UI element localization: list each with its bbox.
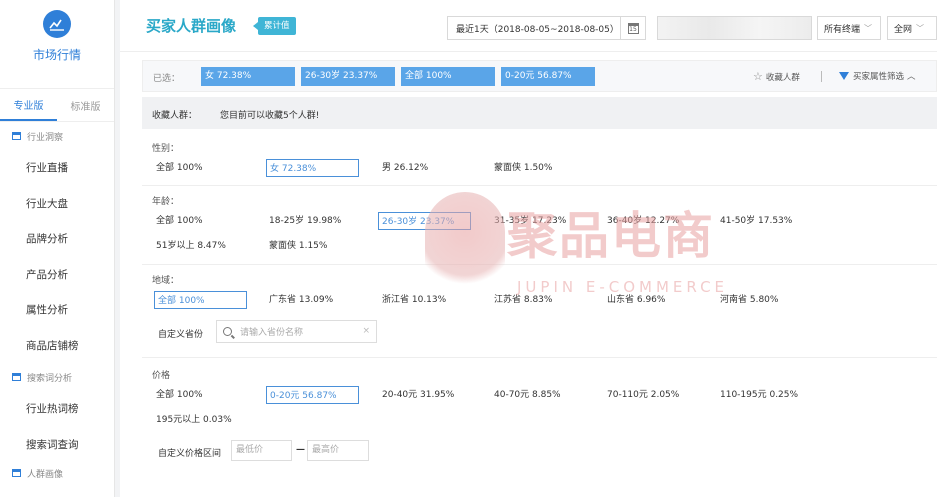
region-option-all[interactable]: 全部 100% — [154, 291, 247, 309]
price-option-20-40[interactable]: 20-40元 31.95% — [382, 386, 454, 404]
selected-filters-bar: 已选： 女 72.38% 26-30岁 23.37% 全部 100% 0-20元… — [142, 60, 937, 92]
chevron-up-icon: ︿ — [907, 72, 916, 82]
custom-price-label: 自定义价格区间 — [158, 449, 222, 459]
region-option-jiangsu[interactable]: 江苏省 8.83% — [494, 291, 552, 309]
age-option-31-35[interactable]: 31-35岁 17.23% — [494, 212, 566, 230]
favorite-crowds-bar: 收藏人群： 您目前可以收藏5个人群! — [142, 97, 937, 129]
chevron-down-icon: ﹀ — [916, 23, 925, 33]
nav-item-attribute-analysis[interactable]: 属性分析 — [0, 292, 114, 328]
gender-option-all[interactable]: 全部 100% — [156, 159, 203, 177]
max-price-input[interactable]: 最高价 — [307, 440, 369, 461]
region-option-henan[interactable]: 河南省 5.80% — [720, 291, 778, 309]
gender-title: 性别： — [152, 144, 180, 154]
region-option-shandong[interactable]: 山东省 6.96% — [607, 291, 665, 309]
gender-option-female[interactable]: 女 72.38% — [266, 159, 359, 177]
price-title: 价格 — [152, 371, 171, 381]
chevron-down-icon: ﹀ — [864, 23, 873, 33]
nav-item-industry-live[interactable]: 行业直播 — [0, 150, 114, 186]
nav-item-brand-analysis[interactable]: 品牌分析 — [0, 221, 114, 257]
selected-label: 已选： — [153, 74, 181, 84]
price-range-separator: — — [296, 445, 305, 455]
clear-icon[interactable]: × — [362, 326, 370, 336]
age-title: 年龄： — [152, 197, 180, 207]
date-range-picker[interactable]: 最近1天（2018-08-05~2018-08-05） — [447, 16, 621, 40]
age-section: 年龄： 全部 100% 18-25岁 19.98% 26-30岁 23.37% … — [142, 187, 937, 265]
folder-icon — [12, 373, 21, 381]
favorite-crowds-hint: 您目前可以收藏5个人群! — [220, 111, 320, 121]
funnel-icon — [839, 72, 849, 80]
tab-pro-edition[interactable]: 专业版 — [0, 89, 57, 121]
category-select-blurred[interactable] — [657, 16, 812, 40]
min-price-input[interactable]: 最低价 — [231, 440, 292, 461]
nav-group-persona[interactable]: 人群画像 — [0, 462, 114, 484]
divider — [821, 71, 822, 82]
nav-item-term-query[interactable]: 搜索词查询 — [0, 427, 114, 463]
age-option-all[interactable]: 全部 100% — [156, 212, 203, 230]
province-search-placeholder: 请输入省份名称 — [240, 328, 304, 338]
cumulative-badge: 累计值 — [253, 17, 296, 35]
nav-group-label: 人群画像 — [27, 469, 64, 480]
province-search-input[interactable]: 请输入省份名称 × — [216, 320, 377, 343]
terminal-select-value: 所有终端 — [824, 24, 861, 35]
gender-option-unknown[interactable]: 蒙面侠 1.50% — [494, 159, 552, 177]
network-select-value: 全网 — [894, 24, 913, 35]
page-title: 买家人群画像 — [146, 17, 237, 35]
nav-item-shop-ranking[interactable]: 商品店铺榜 — [0, 328, 114, 364]
price-option-0-20[interactable]: 0-20元 56.87% — [266, 386, 359, 404]
region-section: 地域： 全部 100% 广东省 13.09% 浙江省 10.13% 江苏省 8.… — [142, 266, 937, 358]
market-chart-icon — [43, 10, 71, 38]
app: 市场行情 专业版 标准版 行业洞察 行业直播 行业大盘 品牌分析 产品分析 属性… — [0, 0, 937, 497]
top-bar: 买家人群画像 累计值 最近1天（2018-08-05~2018-08-05） 1… — [120, 0, 937, 52]
search-icon — [223, 327, 232, 336]
sidebar-title: 市场行情 — [32, 48, 81, 62]
region-option-zhejiang[interactable]: 浙江省 10.13% — [382, 291, 446, 309]
age-option-18-25[interactable]: 18-25岁 19.98% — [269, 212, 341, 230]
folder-icon — [12, 132, 21, 140]
nav-item-product-analysis[interactable]: 产品分析 — [0, 257, 114, 293]
nav-group-label: 行业洞察 — [27, 132, 64, 143]
nav-group-label: 搜索词分析 — [27, 373, 73, 384]
nav-item-hot-terms[interactable]: 行业热词榜 — [0, 391, 114, 427]
nav-group-search-terms[interactable]: 搜索词分析 — [0, 363, 114, 391]
price-option-110-195[interactable]: 110-195元 0.25% — [720, 386, 798, 404]
age-option-26-30[interactable]: 26-30岁 23.37% — [378, 212, 471, 230]
age-option-51-plus[interactable]: 51岁以上 8.47% — [156, 237, 226, 255]
price-section: 价格 全部 100% 0-20元 56.87% 20-40元 31.95% 40… — [142, 359, 937, 479]
logo[interactable]: 市场行情 — [0, 0, 114, 88]
price-option-40-70[interactable]: 40-70元 8.85% — [494, 386, 561, 404]
folder-icon — [12, 469, 21, 477]
calendar-button[interactable]: 15 — [621, 16, 646, 40]
terminal-select[interactable]: 所有终端 ﹀ — [817, 16, 881, 40]
age-option-unknown[interactable]: 蒙面侠 1.15% — [269, 237, 327, 255]
price-option-195-plus[interactable]: 195元以上 0.03% — [156, 411, 232, 429]
buyer-attribute-filter-toggle[interactable]: 买家属性筛选 ︿ — [839, 70, 916, 82]
tab-standard-edition[interactable]: 标准版 — [57, 89, 114, 121]
nav-item-industry-overview[interactable]: 行业大盘 — [0, 186, 114, 222]
favorite-crowd-button[interactable]: ☆ 收藏人群 — [753, 70, 800, 83]
selected-tag-gender[interactable]: 女 72.38% — [201, 67, 295, 86]
edition-switch: 专业版 标准版 — [0, 88, 114, 122]
selected-tag-age[interactable]: 26-30岁 23.37% — [301, 67, 395, 86]
filter-label: 买家属性筛选 — [853, 72, 905, 82]
network-select[interactable]: 全网 ﹀ — [887, 16, 937, 40]
main-content: 买家人群画像 累计值 最近1天（2018-08-05~2018-08-05） 1… — [120, 0, 937, 497]
region-option-guangdong[interactable]: 广东省 13.09% — [269, 291, 333, 309]
sidebar: 市场行情 专业版 标准版 行业洞察 行业直播 行业大盘 品牌分析 产品分析 属性… — [0, 0, 115, 497]
age-option-41-50[interactable]: 41-50岁 17.53% — [720, 212, 792, 230]
nav-group-industry[interactable]: 行业洞察 — [0, 122, 114, 150]
gender-section: 性别： 全部 100% 女 72.38% 男 26.12% 蒙面侠 1.50% — [142, 134, 937, 186]
custom-province-label: 自定义省份 — [158, 330, 204, 340]
price-option-70-110[interactable]: 70-110元 2.05% — [607, 386, 679, 404]
age-option-36-40[interactable]: 36-40岁 12.27% — [607, 212, 679, 230]
calendar-icon: 15 — [627, 22, 639, 34]
selected-tag-region[interactable]: 全部 100% — [401, 67, 495, 86]
favorite-crowds-label: 收藏人群： — [152, 111, 198, 121]
price-option-all[interactable]: 全部 100% — [156, 386, 203, 404]
selected-tag-price[interactable]: 0-20元 56.87% — [501, 67, 595, 86]
gender-option-male[interactable]: 男 26.12% — [382, 159, 428, 177]
region-title: 地域： — [152, 276, 180, 286]
favorite-crowd-label: 收藏人群 — [765, 72, 800, 83]
star-icon: ☆ — [753, 70, 763, 83]
